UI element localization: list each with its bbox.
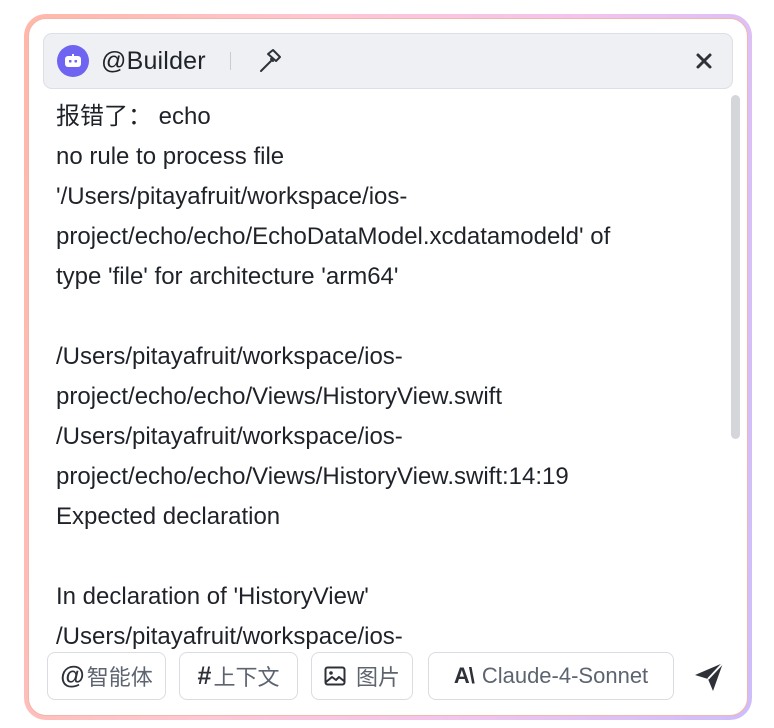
agent-name: @Builder (101, 46, 206, 75)
hammer-icon[interactable] (257, 48, 283, 74)
image-button-label: 图片 (355, 665, 400, 690)
message-textarea[interactable]: 报错了： echo no rule to process file '/User… (56, 97, 716, 657)
message-line: In declaration of 'HistoryView' (56, 583, 369, 610)
hash-icon: # (197, 661, 212, 690)
send-icon[interactable] (691, 659, 727, 695)
chat-input-card: @Builder 报错了： echo no rule to process fi… (28, 18, 748, 716)
message-line: no rule to process file (56, 143, 285, 170)
divider (229, 52, 231, 70)
chat-input-frame: @Builder 报错了： echo no rule to process fi… (24, 14, 752, 720)
model-selector-label: Claude-4-Sonnet (481, 663, 649, 688)
message-line: project/echo/echo/Views/HistoryView.swif… (56, 383, 502, 410)
message-line (56, 297, 716, 337)
message-line: '/Users/pitayafruit/workspace/ios- (56, 183, 408, 210)
at-icon: @ (60, 661, 85, 690)
input-toolbar: @ 智能体 # 上下文 图片 A\ Claude-4-Sonnet (47, 652, 687, 700)
message-line: project/echo/echo/Views/HistoryView.swif… (56, 463, 569, 490)
message-line: /Users/pitayafruit/workspace/ios- (56, 423, 403, 450)
image-button[interactable]: 图片 (311, 652, 413, 700)
message-line: /Users/pitayafruit/workspace/ios- (56, 343, 403, 370)
agent-chip: @Builder (43, 33, 733, 89)
message-line: type 'file' for architecture 'arm64' (56, 263, 399, 290)
message-line (56, 537, 716, 577)
scrollbar[interactable] (731, 95, 740, 439)
anthropic-logo-icon: A\ (453, 663, 475, 688)
agent-button[interactable]: @ 智能体 (47, 652, 166, 700)
context-button[interactable]: # 上下文 (179, 652, 298, 700)
model-selector[interactable]: A\ Claude-4-Sonnet (428, 652, 674, 700)
message-line: project/echo/echo/EchoDataModel.xcdatamo… (56, 223, 611, 250)
agent-button-label: 智能体 (86, 665, 153, 690)
message-line: /Users/pitayafruit/workspace/ios- (56, 623, 403, 650)
message-line: Expected declaration (56, 503, 281, 530)
image-icon (324, 666, 346, 686)
message-line: 报错了： echo (56, 103, 211, 130)
context-button-label: 上下文 (213, 665, 280, 690)
close-icon[interactable] (692, 49, 716, 73)
robot-icon (57, 45, 89, 77)
